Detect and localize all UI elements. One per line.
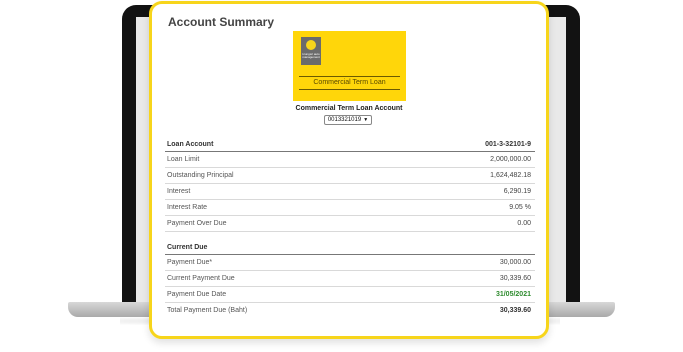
- payment-due-date: 31/05/2021: [495, 291, 531, 298]
- logo-text: krungsri auto management: [302, 52, 320, 59]
- row-label: Total Payment Due (Baht): [167, 307, 248, 314]
- account-type-label: Commercial Term Loan Account: [295, 105, 403, 112]
- row-label: Payment Over Due: [167, 220, 227, 227]
- row-value: 1,624,482.18: [490, 172, 531, 179]
- logo-mark-icon: [306, 40, 316, 50]
- loan-card-image: krungsri auto management Commercial Term…: [293, 31, 406, 101]
- table-row: Outstanding Principal 1,624,482.18: [165, 168, 535, 184]
- row-value: 2,000,000.00: [490, 156, 531, 163]
- row-value: 30,000.00: [499, 259, 531, 266]
- row-label: Loan Limit: [167, 156, 200, 163]
- section-title: Loan Account: [167, 140, 214, 148]
- account-summary-panel: Account Summary krungsri auto management…: [149, 1, 549, 339]
- row-value: 30,339.60: [499, 275, 531, 282]
- account-select[interactable]: 0013321019 ▼: [324, 115, 372, 125]
- total-payment-due: 30,339.60: [499, 307, 531, 314]
- section-title: Current Due: [167, 243, 208, 251]
- row-value: 9.05 %: [509, 204, 531, 211]
- row-label: Payment Due*: [167, 259, 213, 266]
- account-select-value: 0013321019: [327, 117, 362, 123]
- table-row: Payment Due* 30,000.00: [165, 255, 535, 271]
- table-row: Current Payment Due 30,339.60: [165, 271, 535, 287]
- table-row: Interest 6,290.19: [165, 184, 535, 200]
- row-label: Current Payment Due: [167, 275, 235, 282]
- row-label: Interest Rate: [167, 204, 208, 211]
- loan-account-number: 001-3-32101-9: [485, 140, 531, 148]
- krungsri-logo: krungsri auto management: [301, 37, 321, 65]
- card-product-name: Commercial Term Loan: [313, 79, 386, 86]
- card-divider: [299, 76, 400, 77]
- table-row-total: Total Payment Due (Baht) 30,339.60: [165, 303, 535, 318]
- chevron-down-icon: ▼: [363, 117, 369, 123]
- table-row: Interest Rate 9.05 %: [165, 200, 535, 216]
- loan-account-header: Loan Account 001-3-32101-9: [165, 137, 535, 152]
- card-divider: [299, 89, 400, 90]
- current-due-header: Current Due: [165, 240, 535, 255]
- table-row: Payment Over Due 0.00: [165, 216, 535, 232]
- table-row: Loan Limit 2,000,000.00: [165, 152, 535, 168]
- row-label: Outstanding Principal: [167, 172, 234, 179]
- row-value: 6,290.19: [503, 188, 531, 195]
- row-value: 0.00: [517, 220, 531, 227]
- page-title: Account Summary: [168, 15, 275, 29]
- row-label: Payment Due Date: [167, 291, 227, 298]
- row-label: Interest: [167, 188, 191, 195]
- table-row: Payment Due Date 31/05/2021: [165, 287, 535, 303]
